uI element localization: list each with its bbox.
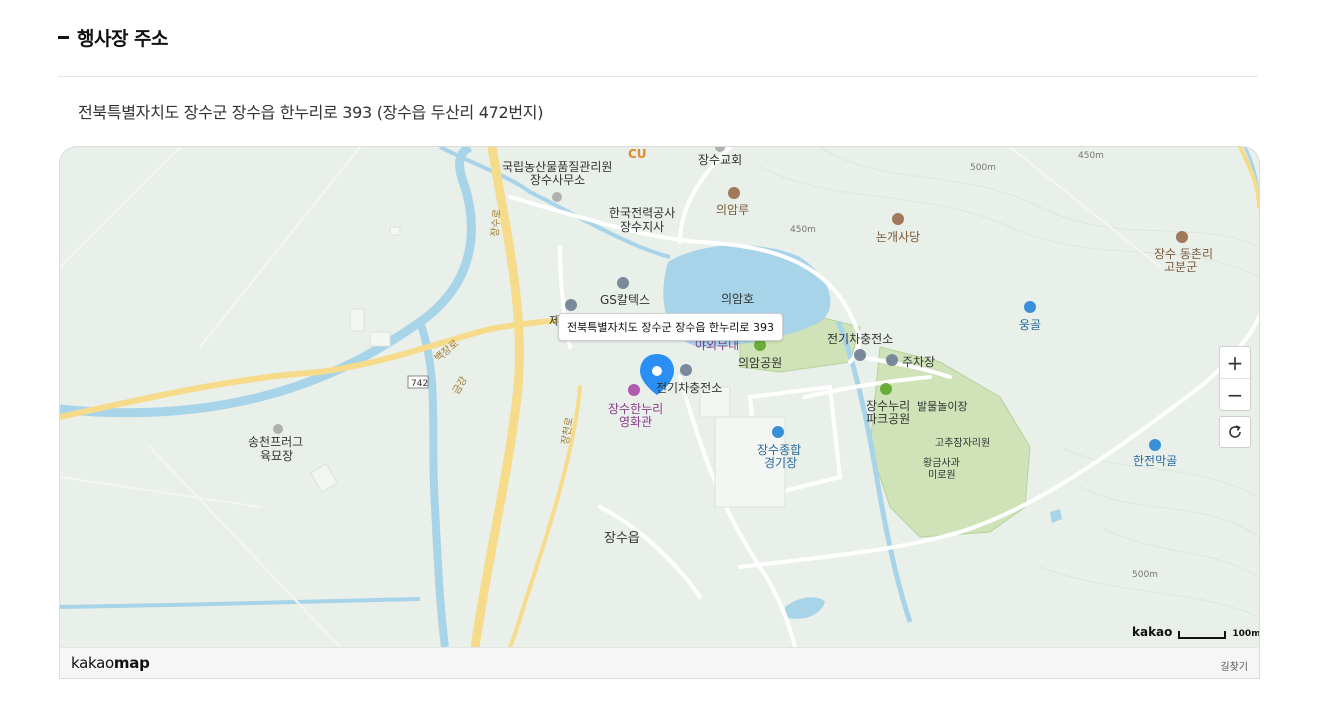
- gs-label: GS칼텍스: [600, 293, 650, 307]
- ev-charger-label-2: 전기차충전소: [656, 381, 722, 395]
- stadium-label-2: 경기장: [764, 456, 797, 470]
- stream-bottom: [60, 597, 421, 609]
- gs-icon: [617, 277, 629, 289]
- kakaomap-logo[interactable]: kakaomap: [71, 654, 150, 672]
- road-742-shield: 742: [407, 375, 429, 389]
- foot-play-label: 발물놀이장: [917, 400, 968, 413]
- map-footer: kakaomap 길찾기: [60, 647, 1259, 678]
- pond: [785, 597, 825, 619]
- uiam-park-label: 의암공원: [738, 356, 782, 370]
- cu-label: CU: [628, 147, 647, 161]
- dongchon-label-1: 장수 동촌리: [1154, 247, 1213, 261]
- hanjeon-label: 한전막골: [1133, 454, 1177, 468]
- naqs-label-1: 국립농산물품질관리원: [502, 160, 612, 174]
- hannuri-park-label-2: 파크공원: [866, 412, 910, 426]
- svg-text:742: 742: [411, 379, 428, 389]
- nongae-icon: [892, 213, 904, 225]
- naqs-icon: [552, 192, 562, 202]
- address-text: 전북특별자치도 장수군 장수읍 한누리로 393 (장수읍 두산리 472번지): [78, 103, 544, 122]
- unggol-icon: [1024, 301, 1036, 313]
- hanjeon-icon: [1149, 439, 1161, 451]
- marker-tooltip: 전북특별자치도 장수군 장수읍 한누리로 393: [558, 313, 784, 341]
- dongchon-label-2: 고분군: [1164, 260, 1197, 274]
- dongchon-icon: [1176, 231, 1188, 243]
- map-canvas[interactable]: CU 장수교회 국립농산물품질관리원 장수사무소 한국전력공사 장수지사 의암루…: [60, 147, 1259, 647]
- ev-charger-label-1: 전기차충전소: [827, 332, 893, 346]
- river: [60, 147, 476, 418]
- uiamru-label: 의암루: [716, 203, 749, 217]
- road-jangsu-label: 장수로: [489, 209, 503, 238]
- kepco-label-2: 장수지사: [620, 220, 664, 234]
- songcheon-label-2: 육묘장: [260, 449, 293, 463]
- map-container[interactable]: CU 장수교회 국립농산물품질관리원 장수사무소 한국전력공사 장수지사 의암루…: [59, 146, 1260, 679]
- zoom-control: + −: [1219, 346, 1251, 411]
- unggol-label: 웅골: [1019, 318, 1041, 332]
- elevation-450b: 450m: [790, 225, 816, 235]
- maze-label-1: 황금사과: [923, 457, 960, 469]
- dash-icon: [58, 36, 69, 39]
- scale-label: 100m: [1232, 629, 1260, 639]
- zoom-in-button[interactable]: +: [1220, 347, 1250, 378]
- river-lower: [416, 320, 449, 647]
- maze-label-2: 미로원: [928, 469, 956, 481]
- refresh-icon: [1229, 425, 1241, 438]
- stadium-label-1: 장수종합: [757, 443, 801, 457]
- cinema-label-2: 영화관: [619, 415, 652, 429]
- elevation-500a: 500m: [970, 163, 996, 173]
- scale-line: [1178, 631, 1227, 639]
- stadium-icon: [772, 426, 784, 438]
- nongae-label: 논개사당: [876, 230, 920, 244]
- hannuri-park-label-1: 장수누리: [866, 399, 910, 413]
- uiamho-label: 의암호: [721, 292, 754, 306]
- zoom-out-button[interactable]: −: [1220, 378, 1250, 410]
- section-header: 행사장 주소: [58, 24, 169, 51]
- ev-charger-icon: [854, 349, 866, 361]
- scale-bar: kakao 100m: [1132, 625, 1260, 639]
- church-label: 장수교회: [698, 153, 742, 167]
- cinema-label-1: 장수한누리: [608, 402, 663, 416]
- parking-label: 주차장: [902, 355, 935, 369]
- nursery-icon: [273, 424, 283, 434]
- fuel-icon: [565, 299, 577, 311]
- park-icon: [880, 383, 892, 395]
- cinema-icon: [628, 384, 640, 396]
- uiamru-icon: [728, 187, 740, 199]
- jangsu-eup-label: 장수읍: [604, 531, 640, 546]
- reset-button[interactable]: [1219, 416, 1251, 448]
- kepco-label-1: 한국전력공사: [609, 206, 675, 220]
- route-link[interactable]: 길찾기: [1220, 658, 1248, 673]
- road-742: [60, 314, 623, 420]
- road-geumgang-label: 금강: [450, 375, 470, 397]
- pepper-label: 고추잠자리원: [935, 437, 990, 449]
- elevation-450a: 450m: [1078, 151, 1104, 161]
- songcheon-label-1: 송천프러그: [248, 434, 303, 449]
- naqs-label-2: 장수사무소: [530, 173, 585, 187]
- divider: [58, 76, 1258, 77]
- ev-charger-2-icon: [680, 364, 692, 376]
- scale-brand: kakao: [1132, 625, 1173, 639]
- section-title: 행사장 주소: [77, 28, 169, 50]
- parking-icon: [886, 354, 898, 366]
- pond-small: [1050, 509, 1062, 523]
- elevation-500b: 500m: [1132, 570, 1158, 580]
